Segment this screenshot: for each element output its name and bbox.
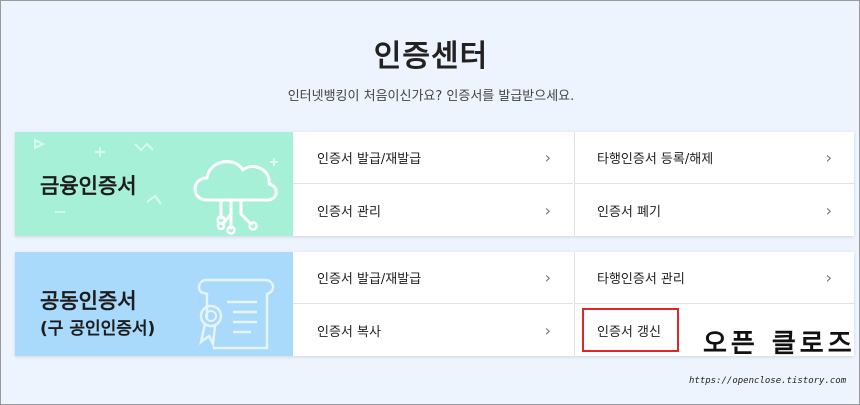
cloud-network-icon	[193, 160, 278, 235]
chevron-right-icon: ›	[825, 148, 832, 167]
page-title: 인증센터	[373, 39, 489, 74]
menu-label: 인증서 관리	[317, 204, 381, 220]
chevron-right-icon: ›	[544, 320, 551, 340]
certificate-center-page: 인증센터 인터넷뱅킹이 처음이신가요? 인증서를 발급받으세요. 금융인증서 인…	[0, 0, 860, 405]
menu-issue-reissue[interactable]: 인증서 발급/재발급 ›	[293, 252, 573, 304]
menu-revoke[interactable]: 인증서 폐기 ›	[574, 184, 854, 236]
chevron-right-icon: ›	[825, 268, 832, 287]
menu-issue-reissue[interactable]: 인증서 발급/재발급 ›	[293, 132, 573, 184]
financial-certificate-banner: 금융인증서	[15, 132, 293, 236]
certificate-scroll-icon	[197, 278, 275, 350]
menu-label: 타행인증서 등록/해제	[597, 152, 714, 167]
joint-certificate-title: 공동인증서	[40, 289, 137, 313]
page-subtitle: 인터넷뱅킹이 처음이신가요? 인증서를 발급받으세요.	[287, 89, 575, 104]
financial-certificate-title: 금융인증서	[40, 174, 137, 198]
financial-certificate-card: 금융인증서 인증서 발급/재발급 › 타행인증서 등록/해제 › 인증서 관리 …	[15, 132, 854, 236]
menu-label: 인증서 폐기	[597, 204, 661, 220]
menu-label: 인증서 복사	[317, 324, 381, 340]
watermark-logo: 오픈 클로즈	[703, 329, 856, 359]
chevron-right-icon: ›	[544, 268, 551, 287]
menu-manage[interactable]: 인증서 관리 ›	[293, 184, 573, 236]
menu-label: 인증서 발급/재발급	[317, 152, 422, 167]
renew-highlight-box	[582, 308, 679, 352]
watermark-url: https://openclose.tistory.com	[689, 376, 847, 386]
chevron-right-icon: ›	[825, 200, 832, 220]
joint-certificate-subtitle: (구 공인인증서)	[40, 319, 156, 339]
chevron-right-icon: ›	[544, 148, 551, 167]
chevron-right-icon: ›	[544, 200, 551, 220]
menu-other-bank-register[interactable]: 타행인증서 등록/해제 ›	[574, 132, 854, 184]
menu-copy[interactable]: 인증서 복사 ›	[293, 304, 573, 356]
menu-label: 인증서 발급/재발급	[317, 272, 422, 287]
menu-other-bank-manage[interactable]: 타행인증서 관리 ›	[574, 252, 854, 304]
menu-label: 타행인증서 관리	[597, 272, 685, 287]
joint-certificate-banner: 공동인증서 (구 공인인증서)	[15, 252, 293, 356]
